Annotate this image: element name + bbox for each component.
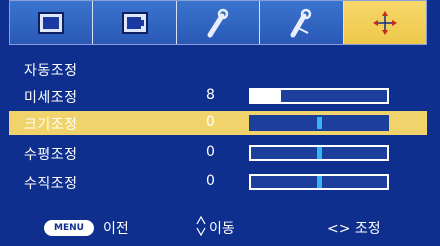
row-label: 수직조정 [24,176,78,192]
level-bar[interactable] [249,115,389,131]
adjust-menu: 자동조정 미세조정 8 크기조정 0 수평조정 0 수직조정 0 [9,54,427,202]
row-label: 미세조정 [24,90,78,106]
menu-row-size[interactable]: 크기조정 0 [9,111,427,135]
up-down-icon [196,215,206,237]
menu-row-fine[interactable]: 미세조정 8 [9,84,427,108]
level-knob [317,147,322,159]
footer-help: MENU 이전 이동 <> 조정 [9,212,427,242]
tab-picture[interactable] [10,1,93,44]
tab-screen[interactable] [92,1,176,44]
screen-icon [121,11,148,34]
tab-bar [9,0,427,45]
move-hint: 이동 [209,221,235,237]
row-value: 0 [206,173,215,189]
level-knob [317,176,322,188]
level-knob [317,117,322,129]
wrench-icon [207,8,229,37]
level-bar[interactable] [249,145,389,161]
row-label: 수평조정 [24,147,78,163]
menu-title: 자동조정 [24,63,78,79]
menu-button-icon: MENU [44,220,94,236]
tools-icon [290,8,312,37]
level-fill [251,90,281,102]
level-bar[interactable] [249,88,389,104]
tab-tools[interactable] [259,1,343,44]
row-value: 8 [206,87,215,103]
adjust-cross-icon [372,10,397,35]
row-label: 크기조정 [24,117,78,133]
adjust-hint: <> 조정 [327,221,381,237]
osd-menu: 자동조정 미세조정 8 크기조정 0 수평조정 0 수직조정 0 MENU 이전… [0,0,440,246]
picture-icon [38,11,65,34]
level-bar[interactable] [249,174,389,190]
row-value: 0 [206,144,215,160]
tab-settings[interactable] [175,1,260,44]
tab-adjust[interactable] [342,1,427,44]
prev-hint: 이전 [103,221,129,237]
menu-row-vertical[interactable]: 수직조정 0 [9,170,427,194]
row-value: 0 [206,114,215,130]
menu-row-horizontal[interactable]: 수평조정 0 [9,141,427,165]
